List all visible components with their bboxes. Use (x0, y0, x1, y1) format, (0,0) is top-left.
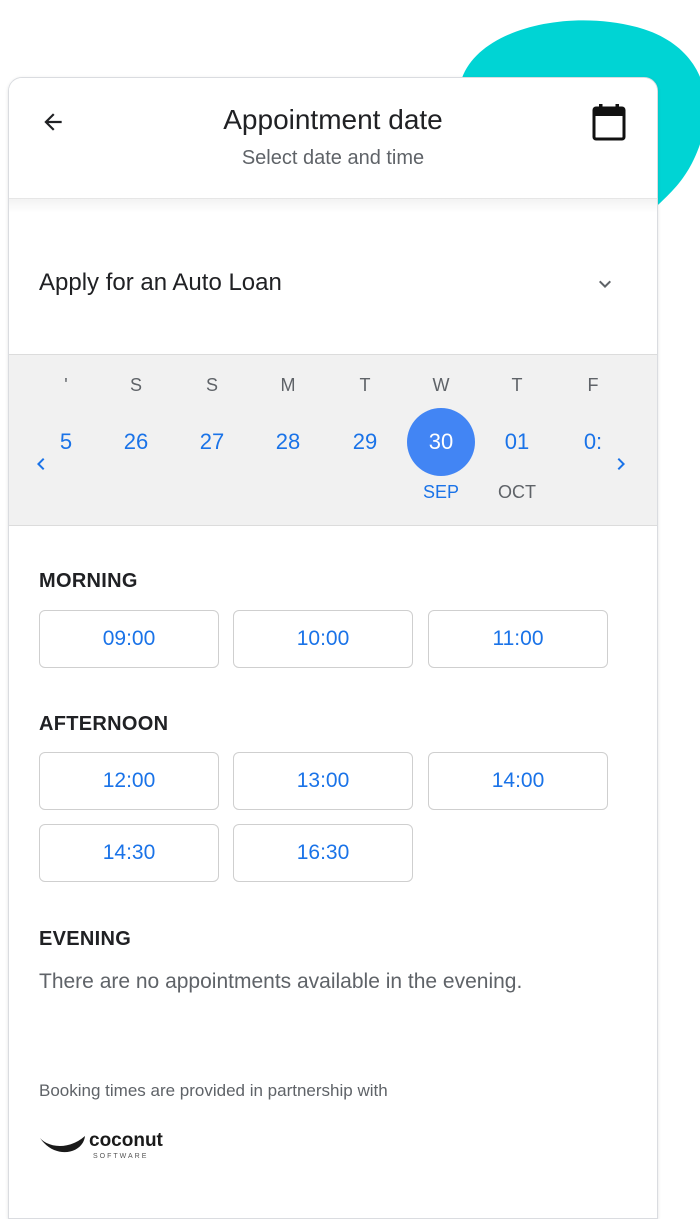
chevron-down-icon (599, 280, 611, 288)
calendar-button[interactable] (589, 102, 629, 142)
service-label: Apply for an Auto Loan (39, 269, 282, 296)
day-1[interactable]: S 26 (101, 355, 171, 525)
back-button[interactable] (35, 104, 71, 140)
arrow-left-icon (44, 113, 62, 131)
day-2[interactable]: S 27 (177, 355, 247, 525)
time-slot-button[interactable]: 13:00 (233, 752, 413, 810)
service-selector[interactable]: Apply for an Auto Loan (9, 228, 657, 338)
time-slot-button[interactable]: 14:00 (428, 752, 608, 810)
day-3[interactable]: M 28 (253, 355, 323, 525)
morning-heading: MORNING (39, 570, 138, 592)
weekday-label: ' (64, 375, 68, 395)
weekday-label: S (129, 375, 142, 395)
page-title: Appointment date (223, 104, 443, 135)
chevron-left-icon[interactable] (29, 452, 53, 476)
day-5-selected[interactable]: W 30 SEP (406, 355, 476, 525)
day-number: 01 (504, 429, 530, 454)
date-strip: ' 5 S 26 S 27 M 28 T 29 W 30 SEP T 01 OC… (9, 354, 657, 526)
month-label: OCT (498, 482, 536, 502)
weekday-label: T (359, 375, 371, 395)
page-subtitle: Select date and time (241, 147, 425, 169)
calendar-icon (592, 104, 626, 141)
day-number: 29 (352, 429, 378, 454)
chevron-right-icon[interactable] (609, 452, 633, 476)
time-slot-button[interactable]: 09:00 (39, 610, 219, 668)
booking-card: Appointment date Select date and time Ap… (8, 77, 658, 1219)
evening-empty-message: There are no appointments available in t… (39, 970, 523, 993)
weekday-label: M (280, 375, 296, 395)
day-0[interactable]: ' 5 (31, 355, 101, 525)
time-slot-button[interactable]: 14:30 (39, 824, 219, 882)
time-slot-button[interactable]: 16:30 (233, 824, 413, 882)
weekday-label: T (511, 375, 523, 395)
weekday-label: S (205, 375, 218, 395)
partner-note: Booking times are provided in partnershi… (39, 1081, 388, 1100)
header: Appointment date Select date and time (9, 78, 657, 199)
time-slot-button[interactable]: 10:00 (233, 610, 413, 668)
logo-sub: SOFTWARE (93, 1153, 148, 1160)
header-shadow (9, 199, 657, 213)
evening-heading: EVENING (39, 928, 132, 950)
weekday-label: W (432, 375, 450, 395)
afternoon-heading: AFTERNOON (39, 713, 169, 735)
day-4[interactable]: T 29 (330, 355, 400, 525)
day-number: 27 (199, 429, 225, 454)
day-number: 28 (275, 429, 301, 454)
selected-day-number: 30 (407, 408, 475, 476)
month-label: SEP (422, 482, 460, 502)
day-7[interactable]: F 0: (558, 355, 628, 525)
time-slot-button[interactable]: 11:00 (428, 610, 608, 668)
time-slot-button[interactable]: 12:00 (39, 752, 219, 810)
day-number: 26 (123, 429, 149, 454)
logo-word: coconut (89, 1130, 164, 1151)
day-6[interactable]: T 01 OCT (482, 355, 552, 525)
coconut-software-logo: coconut SOFTWARE (40, 1130, 164, 1160)
weekday-label: F (587, 375, 599, 395)
